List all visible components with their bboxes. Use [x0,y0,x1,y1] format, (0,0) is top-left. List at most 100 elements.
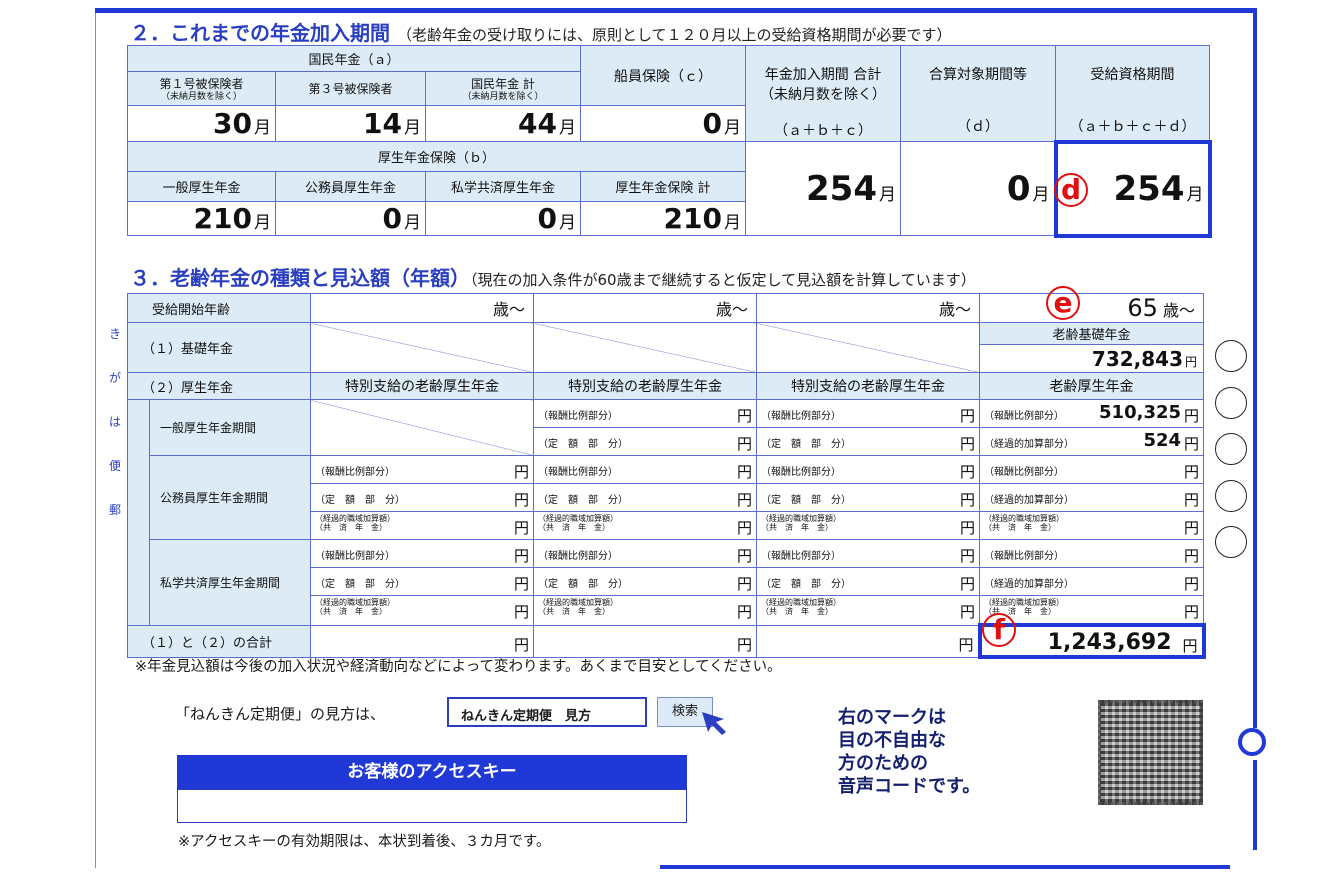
row-label-line2: （共 済 年 金） [315,607,388,616]
row-label: （報酬比例部分） [761,551,842,562]
side-char: 郵 [108,503,121,517]
section3-note: （現在の加入条件が60歳まで継続すると仮定して見込額を計算しています） [470,271,976,289]
total-value: 1,243,692 [1047,630,1172,655]
ippan-hoshu-4: （報酬比例部分） 510,325 円 [979,399,1205,428]
total-label: （１）と（２）の合計 [126,624,312,658]
unit-month: 月 [254,213,271,233]
unit-yen: 円 [1184,519,1200,537]
side-char: が [108,371,121,385]
col-dai1: 第１号被保険者 （未納月数を除く） [127,71,276,106]
col-koumuin: 公務員厚生年金 [275,171,426,202]
kiso-header: 老齢基礎年金 [979,322,1205,345]
total-3: 円 [756,624,981,658]
row-label: （経過的加算部分） [984,579,1075,590]
col-shigaku: 私学共済厚生年金 [425,171,581,202]
unit-yen: 円 [960,491,976,509]
jukyu-formula: （ａ＋ｂ＋ｃ＋ｄ） [1069,119,1196,135]
value-koumuin-num: 0 [382,202,402,235]
section3-heading: ３．老齢年金の種類と見込額（年額）（現在の加入条件が60歳まで継続すると仮定して… [130,262,976,291]
annotation-e: e [1046,286,1080,320]
punch-hole [1215,526,1247,558]
koumuin-keika-4: （経過的加算部分） 円 [979,483,1205,512]
shigaku-teigaku-1: （定 額 部 分） 円 [310,567,535,596]
value-ippan-num: 210 [193,202,252,235]
row-label: （経過的加算部分） [984,495,1075,506]
ippan-empty [310,399,535,456]
koumuin-shokuiki-4: （経過的職域加算額） （共 済 年 金） 円 [979,511,1205,540]
unit-yen: 円 [960,407,976,425]
value-kousei-total-num: 210 [663,202,722,235]
keika-value: 524 [1143,430,1182,451]
shigaku-hoshu-2: （報酬比例部分） 円 [533,539,758,568]
row-label: （経過的職域加算額） （共 済 年 金） [538,514,618,532]
voice-code-text: 右のマークは 目の不自由な 方のための 音声コードです。 [838,706,980,798]
ippan-teigaku-2: （定 額 部 分） 円 [533,427,758,456]
row-label: （報酬比例部分） [315,551,396,562]
unit-yen: 円 [514,603,530,621]
total-period-header: 年金加入期間 合計 （未納月数を除く） （ａ＋ｂ＋ｃ） [745,45,901,142]
col-ippan: 一般厚生年金 [127,171,276,202]
unit-yen: 円 [1184,407,1200,425]
indent-cell [127,399,150,626]
voice-code-line: 右のマークは [838,707,946,728]
section2-title: ２．これまでの年金加入期間 [130,21,390,45]
row-label: （定 額 部 分） [315,495,406,506]
shigaku-hoshu-3: （報酬比例部分） 円 [756,539,981,568]
kiso-label: （１）基礎年金 [126,322,312,373]
unit-month: 月 [1032,184,1050,205]
row-label: （報酬比例部分） [761,411,842,422]
voice-code-line: 目の不自由な [838,730,946,751]
unit-yen: 円 [960,547,976,565]
start-age-1: 歳～ [310,293,535,323]
estimate-footnote: ※年金見込額は今後の加入状況や経済動向などによって変わります。あくまで目安として… [135,659,782,675]
punch-hole [1215,387,1247,419]
row-label-line1: （経過的職域加算額） [538,514,619,523]
unit-yen: 円 [514,463,530,481]
jukyu-header: 受給資格期間 （ａ＋ｂ＋ｃ＋ｄ） [1055,45,1210,142]
unit-yen: 円 [1184,547,1200,565]
koumuin-hoshu-1: （報酬比例部分） 円 [310,455,535,484]
koumuin-shokuiki-3: （経過的職域加算額） （共 済 年 金） 円 [756,511,981,540]
frame-notch [1238,728,1266,756]
voice-code-image [1098,700,1203,805]
koumuin-teigaku-3: （定 額 部 分） 円 [756,483,981,512]
unit-yen: 円 [737,407,753,425]
start-age-4-suffix: 歳～ [1163,301,1196,320]
punch-hole [1215,433,1247,465]
enrollment-period-table: 国民年金（ａ） 船員保険（ｃ） 年金加入期間 合計 （未納月数を除く） （ａ＋ｂ… [127,45,1212,238]
row-label-line2: （共 済 年 金） [984,523,1057,532]
total-1: 円 [310,624,535,658]
row-label-line1: （経過的職域加算額） [984,598,1065,607]
search-input[interactable]: ねんきん定期便 見方 [447,697,647,727]
unit-yen: 円 [737,635,753,654]
cursor-arrow-icon [702,712,726,735]
row-label: （経過的職域加算額） （共 済 年 金） [761,514,841,532]
side-char: き [108,327,121,341]
koumuin-hoshu-2: （報酬比例部分） 円 [533,455,758,484]
frame-right-line [1253,8,1257,728]
side-char: は [108,415,121,429]
row-label: （報酬比例部分） [538,411,619,422]
row-label: （報酬比例部分） [538,551,619,562]
unit-month: 月 [724,213,741,233]
search-lead-text: 「ねんきん定期便」の見方は、 [175,705,386,723]
shigaku-shokuiki-1: （経過的職域加算額） （共 済 年 金） 円 [310,595,535,626]
value-koumuin: 0月 [275,201,426,236]
value-total-period: 254 月 [745,141,901,236]
start-age-4: 65 歳～ [979,293,1205,323]
row-label-line1: （経過的職域加算額） [315,514,396,523]
total-period-label: 年金加入期間 合計 [764,67,882,83]
kiso-empty-2 [533,322,758,373]
col-dai1-sub: （未納月数を除く） [160,92,242,102]
shigaku-teigaku-3: （定 額 部 分） 円 [756,567,981,596]
kousei-label: （２）厚生年金 [126,372,312,400]
unit-yen: 円 [737,547,753,565]
row-label: （定 額 部 分） [538,579,629,590]
unit-yen: 円 [960,463,976,481]
shigaku-period-label: 私学共済厚生年金期間 [148,539,312,626]
frame-right-line-lower [1253,760,1257,850]
unit-yen: 円 [1184,603,1200,621]
jukyu-label: 受給資格期間 [1090,67,1175,83]
annotation-f: f [982,613,1016,647]
hoshu-value: 510,325 [1099,402,1182,423]
